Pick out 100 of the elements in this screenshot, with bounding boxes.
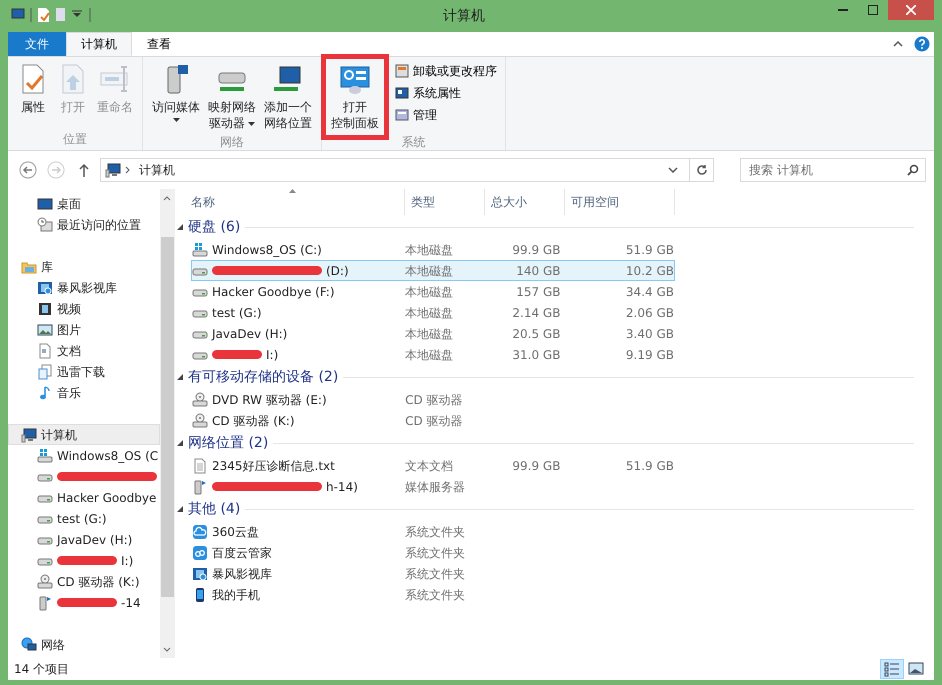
group-header[interactable]: 有可移动存储的设备 (2) [188,366,338,388]
document-icon [37,342,53,358]
film-library-icon [37,280,53,296]
chevron-down-icon [668,167,678,173]
column-header[interactable]: 可用空间 [565,189,675,215]
item-type: 系统文件夹 [405,524,466,540]
item-type: 系统文件夹 [405,544,466,562]
ribbon-button[interactable]: 卸载或更改程序 [392,61,499,81]
file-row[interactable]: Windows8_OS (C:) 本地磁盘 99.9 GB 51.9 GB [191,239,675,260]
item-type: 文本文档 [405,458,454,474]
file-row[interactable]: DVD RW 驱动器 (E:) CD 驱动器 [191,389,675,410]
ribbon-tab[interactable]: 查看 [132,32,186,56]
nav-item[interactable]: I:) [8,550,160,571]
item-name: CD 驱动器 (K:) [212,412,295,430]
item-free-space: 2.06 GB [624,304,674,322]
file-row[interactable]: 我的手机 系统文件夹 [191,584,675,605]
file-row[interactable]: 百度云管家 系统文件夹 [191,542,675,563]
nav-item[interactable]: 桌面 [8,193,160,214]
nav-item[interactable]: 文档 [8,340,160,361]
ribbon-button[interactable]: 系统属性 [392,83,499,103]
computer-icon [21,426,37,442]
item-name: 百度云管家 [212,544,272,562]
address-field[interactable]: 计算机 [100,158,714,182]
file-row[interactable]: 2345好压诊断信息.txt 文本文档 99.9 GB 51.9 GB [191,455,675,476]
group-header[interactable]: 其他 (4) [188,498,240,520]
nav-item[interactable]: 最近访问的位置 [8,214,160,235]
ribbon-tab[interactable]: 计算机 [66,32,132,56]
redaction-scribble [212,350,262,359]
ribbon-group-label: 网络 [219,134,245,151]
chevron-up-icon [893,40,903,48]
up-arrow-icon [78,163,90,177]
caret-down-icon [172,118,180,122]
column-header[interactable]: 类型 [405,189,485,215]
ribbon-button[interactable]: 映射网络 驱动器 [205,61,259,133]
nav-item[interactable]: 网络 [8,634,160,655]
item-type: 本地磁盘 [405,242,454,258]
nav-item[interactable]: 计算机 [8,424,160,445]
expand-triangle-icon[interactable] [177,224,183,230]
nav-item[interactable]: 迅雷下载 [8,361,160,382]
nav-item[interactable]: 暴风影视库 [8,277,160,298]
nav-item[interactable]: Windows8_OS (C [8,445,160,466]
file-row[interactable]: CD 驱动器 (K:) CD 驱动器 [191,410,675,431]
column-header[interactable]: 总大小 [485,189,565,215]
item-type: 本地磁盘 [405,304,454,322]
nav-item[interactable]: CD 驱动器 (K:) [8,571,160,592]
management-icon [394,107,410,123]
chevron-up-icon [163,196,171,202]
file-row[interactable]: JavaDev (H:) 本地磁盘 20.5 GB 3.40 GB [191,323,675,344]
item-size: 157 GB [515,284,560,300]
help-icon [914,36,930,52]
item-name: Hacker Goodbye (F:) [212,284,335,300]
item-size: 99.9 GB [511,242,560,258]
file-row[interactable]: h-14) 媒体服务器 [191,476,675,497]
search-field[interactable]: 搜索 计算机 [740,158,926,182]
ribbon-button[interactable]: 打开 控制面板 [328,61,382,133]
file-row[interactable]: (D:) 本地磁盘 140 GB 10.2 GB [191,260,675,281]
close-button[interactable] [888,0,934,20]
item-free-space: 51.9 GB [624,242,674,258]
film-library-icon [192,566,208,582]
ribbon-button[interactable]: 属性 [14,61,52,130]
scrollbar-thumb[interactable] [161,237,174,597]
column-header[interactable]: 名称 [185,189,405,215]
file-row[interactable]: I:) 本地磁盘 31.0 GB 9.19 GB [191,344,675,365]
item-name: 360云盘 [212,524,259,540]
nav-item[interactable]: 音乐 [8,382,160,403]
nav-item[interactable]: JavaDev (H:) [8,529,160,550]
desktop-icon [37,196,53,212]
item-type: 本地磁盘 [405,346,454,364]
item-type: 本地磁盘 [405,326,454,342]
item-name: DVD RW 驱动器 (E:) [212,392,327,408]
ribbon-button[interactable]: 管理 [392,105,499,125]
nav-item[interactable]: 库 [8,256,160,277]
view-button[interactable] [880,659,904,679]
file-menu-tab[interactable]: 文件 [8,32,66,56]
expand-triangle-icon[interactable] [177,374,183,380]
expand-triangle-icon[interactable] [177,506,183,512]
ribbon-button[interactable]: 添加一个 网络位置 [261,61,315,133]
item-size: 31.0 GB [511,346,560,364]
item-type: 本地磁盘 [405,262,454,280]
nav-item[interactable]: 视频 [8,298,160,319]
group-header[interactable]: 网络位置 (2) [188,432,268,454]
file-row[interactable]: test (G:) 本地磁盘 2.14 GB 2.06 GB [191,302,675,323]
scrollbar[interactable] [160,189,175,658]
file-row[interactable]: Hacker Goodbye (F:) 本地磁盘 157 GB 34.4 GB [191,281,675,302]
ribbon-button[interactable]: 访问媒体 [149,61,203,133]
expand-triangle-icon[interactable] [177,440,183,446]
item-type: 媒体服务器 [405,478,466,496]
breadcrumb-item[interactable]: 计算机 [139,161,175,179]
group-header[interactable]: 硬盘 (6) [188,216,240,238]
item-name: JavaDev (H:) [212,326,288,342]
nav-item[interactable]: -14 [8,592,160,613]
nav-item[interactable]: 图片 [8,319,160,340]
nav-item[interactable]: test (G:) [8,508,160,529]
window-title: 计算机 [442,6,486,26]
file-row[interactable]: 360云盘 系统文件夹 [191,521,675,542]
item-count: 14 个项目 [14,661,70,678]
nav-item[interactable]: Hacker Goodbye [8,487,160,508]
cloud-icon [192,544,208,560]
file-row[interactable]: 暴风影视库 系统文件夹 [191,563,675,584]
disc-drive-icon [192,412,208,428]
